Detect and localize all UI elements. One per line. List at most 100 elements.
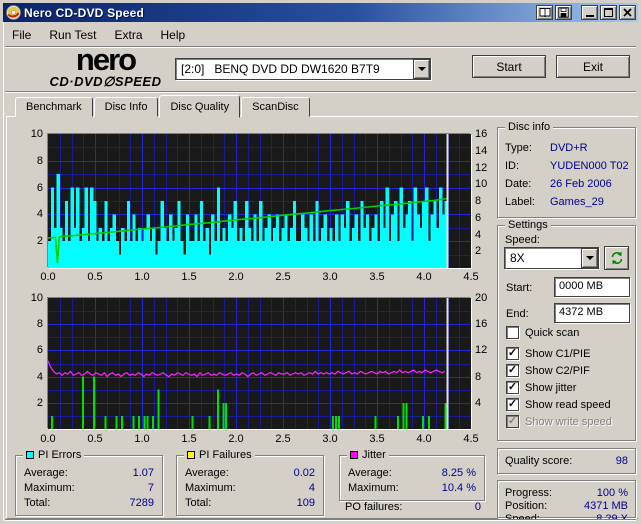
checkbox-label: Show read speed xyxy=(525,398,611,411)
checkbox-box[interactable]: ✓ xyxy=(506,398,519,411)
checkbox-show-jitter[interactable]: ✓ Show jitter xyxy=(506,381,576,394)
minimize-icon xyxy=(585,15,594,17)
drive-select[interactable]: [2:0] BENQ DVD DD DW1620 B7T9 xyxy=(175,58,431,80)
stats-group-label: PI Failures xyxy=(199,449,252,461)
disc-info-label: Label: xyxy=(505,196,535,208)
stat-value: 8.25 % xyxy=(441,467,476,479)
x-tick-label: 0.0 xyxy=(40,271,56,283)
quality-score-panel: Quality score: 98 xyxy=(497,448,636,474)
y-left-tick-label: 8 xyxy=(36,318,43,331)
stat-label: Maximum: xyxy=(185,482,236,494)
y-left-tick-label: 2 xyxy=(36,235,43,248)
exit-button[interactable]: Exit xyxy=(556,55,630,78)
x-tick-label: 4.5 xyxy=(463,271,479,283)
stat-label: Total: xyxy=(24,497,51,509)
divider xyxy=(5,91,636,93)
x-tick-label: 3.5 xyxy=(369,433,385,445)
chevron-down-icon[interactable] xyxy=(581,248,598,268)
disc-info-group: Disc info Type: DVD+R ID: YUDEN000 T02 Date:… xyxy=(497,121,636,218)
checkbox-show-c1-pie[interactable]: ✓ Show C1/PIE xyxy=(506,347,590,360)
stat-value: 10.4 % xyxy=(441,482,476,494)
status-value: 100 % xyxy=(596,487,628,499)
tab-disc-quality[interactable]: Disc Quality xyxy=(159,95,241,118)
end-position-field[interactable]: 4372 MB xyxy=(554,303,630,323)
stat-value: 1.07 xyxy=(132,467,154,479)
y-right-tick-label: 20 xyxy=(475,292,488,304)
minimize-button[interactable] xyxy=(581,5,598,20)
speed-select-value: 8X xyxy=(510,251,525,265)
y-right-tick-label: 4 xyxy=(475,396,482,409)
start-position-label: Start: xyxy=(506,282,533,294)
checkbox-label: Show C2/PIF xyxy=(525,364,590,377)
start-position-field[interactable]: 0000 MB xyxy=(554,277,630,297)
title-bar[interactable]: Nero CD-DVD Speed xyxy=(3,3,638,22)
nero-disc-icon xyxy=(6,5,21,20)
disc-info-value: 26 Feb 2006 xyxy=(550,178,612,190)
app-window: Nero CD-DVD Speed File Run Test Extra He… xyxy=(0,0,641,524)
checkbox-label: Show jitter xyxy=(525,381,577,394)
close-button[interactable] xyxy=(619,5,636,20)
checkbox-box[interactable] xyxy=(506,326,519,339)
status-label: Progress: xyxy=(505,487,553,499)
checkbox-show-write-speed: ✓ Show write speed xyxy=(506,415,612,428)
checkbox-quick-scan[interactable]: Quick scan xyxy=(506,326,579,339)
end-position-label: End: xyxy=(506,308,529,320)
stat-label: Maximum: xyxy=(24,482,75,494)
menu-item-file[interactable]: File xyxy=(3,26,40,44)
y-right-tick-label: 16 xyxy=(475,128,488,140)
tab-disc-info[interactable]: Disc Info xyxy=(93,97,159,117)
stats-group-pi-failures: PI Failures Average: 0.02 Maximum: 4 Total: 10… xyxy=(176,449,324,516)
stats-group-title: PI Errors xyxy=(23,449,85,461)
tab-scandisc[interactable]: ScanDisc xyxy=(241,97,310,117)
report-icon xyxy=(539,8,550,18)
y-right-tick-label: 2 xyxy=(475,245,482,258)
stats-group-label: Jitter xyxy=(362,449,386,461)
y-left-tick-label: 6 xyxy=(36,181,43,194)
start-button[interactable]: Start xyxy=(472,55,546,78)
y-right-tick-label: 16 xyxy=(475,318,488,331)
po-failures-value: 0 xyxy=(474,501,481,513)
checkbox-box[interactable]: ✓ xyxy=(506,381,519,394)
quality-score-label: Quality score: xyxy=(505,455,573,467)
x-tick-label: 2.0 xyxy=(228,433,244,445)
y-right-tick-label: 12 xyxy=(475,344,488,357)
x-tick-label: 1.5 xyxy=(181,433,197,445)
y-right-tick-label: 6 xyxy=(475,211,482,224)
x-tick-label: 2.5 xyxy=(275,433,291,445)
pi-failures-chart xyxy=(48,298,471,429)
save-button[interactable] xyxy=(555,5,572,20)
refresh-button[interactable] xyxy=(604,246,629,270)
tab-bar: Benchmark Disc Info Disc Quality ScanDisc xyxy=(15,94,311,118)
x-tick-label: 0.0 xyxy=(40,433,56,445)
stat-value: 4 xyxy=(308,482,315,494)
maximize-icon xyxy=(604,8,613,17)
tab-benchmark[interactable]: Benchmark xyxy=(15,97,93,117)
report-button[interactable] xyxy=(536,5,553,20)
pi-errors-chart xyxy=(48,134,471,268)
checkbox-show-read-speed[interactable]: ✓ Show read speed xyxy=(506,398,611,411)
status-value: 4371 MB xyxy=(583,500,628,512)
checkbox-box: ✓ xyxy=(506,415,519,428)
disc-info-label: ID: xyxy=(505,160,520,172)
menu-item-help[interactable]: Help xyxy=(152,26,195,44)
checkbox-show-c2-pif[interactable]: ✓ Show C2/PIF xyxy=(506,364,590,377)
y-left-tick-label: 2 xyxy=(36,396,43,409)
chevron-down-icon[interactable] xyxy=(413,59,430,79)
speed-select[interactable]: 8X xyxy=(504,247,599,269)
disc-info-title: Disc info xyxy=(505,121,554,133)
stat-value: 0.02 xyxy=(293,467,315,479)
checkbox-box[interactable]: ✓ xyxy=(506,364,519,377)
maximize-button[interactable] xyxy=(600,5,617,20)
checkbox-box[interactable]: ✓ xyxy=(506,347,519,360)
x-tick-label: 4.5 xyxy=(463,433,479,445)
stat-value: 109 xyxy=(296,497,315,509)
nero-logo: nero CD·DVD∅SPEED xyxy=(13,44,198,90)
x-tick-label: 2.5 xyxy=(275,271,291,283)
y-left-tick-label: 10 xyxy=(30,292,43,304)
settings-title: Settings xyxy=(505,219,551,231)
y-left-tick-label: 4 xyxy=(36,370,43,383)
x-tick-label: 4.0 xyxy=(416,271,432,283)
pi-failures-color-swatch xyxy=(187,451,195,459)
y-right-tick-label: 8 xyxy=(475,195,482,207)
disc-info-value: DVD+R xyxy=(550,142,588,154)
